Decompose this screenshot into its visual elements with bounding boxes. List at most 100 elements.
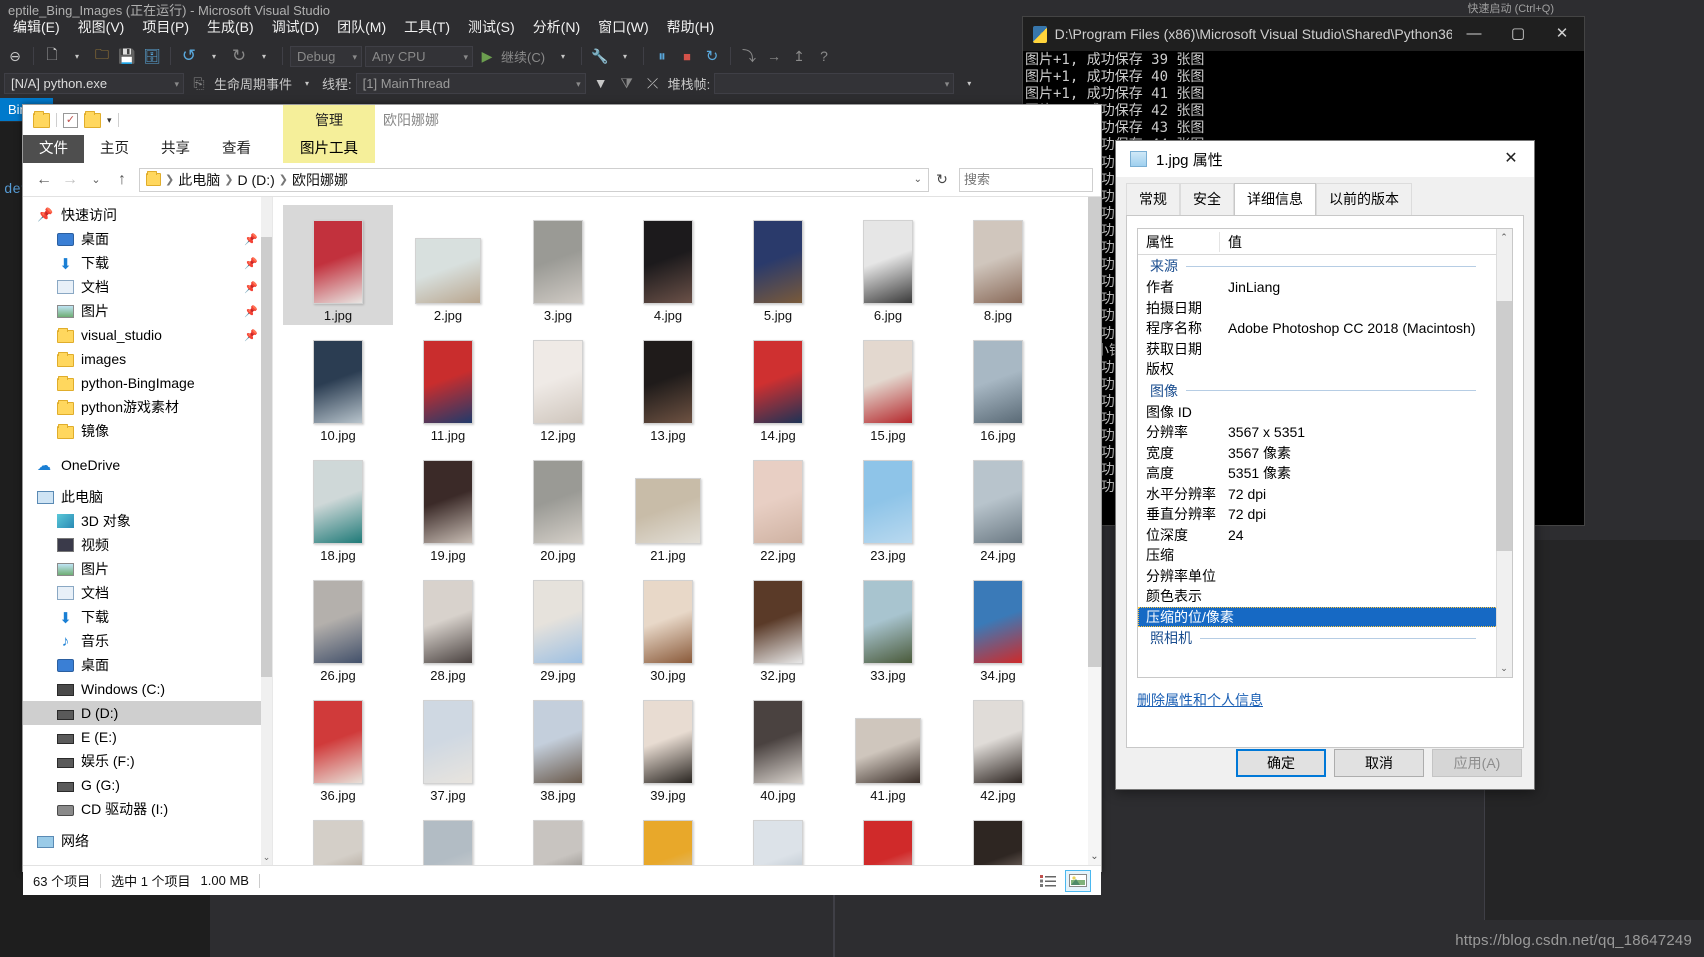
- nav-downloads[interactable]: ⬇ 下载 📌: [23, 251, 272, 275]
- file-item[interactable]: 24.jpg: [943, 445, 1053, 565]
- chevron-down-icon[interactable]: ▾: [107, 115, 112, 126]
- help-icon[interactable]: ?: [813, 45, 835, 67]
- property-row[interactable]: 拍摄日期: [1138, 298, 1512, 319]
- save-all-icon[interactable]: 🗄: [141, 45, 163, 67]
- tab-file[interactable]: 文件: [23, 135, 84, 163]
- chevron-down-icon[interactable]: ▾: [614, 45, 636, 67]
- property-row[interactable]: 获取日期: [1138, 339, 1512, 360]
- pin-icon[interactable]: 📌: [244, 329, 258, 342]
- nav-documents[interactable]: 文档 📌: [23, 275, 272, 299]
- pin-icon[interactable]: 📌: [244, 281, 258, 294]
- nav-mirror[interactable]: 镜像: [23, 419, 272, 443]
- nav-desktop-pc[interactable]: 桌面: [23, 653, 272, 677]
- property-row[interactable]: 图像 ID: [1138, 402, 1512, 423]
- file-item[interactable]: 2.jpg: [393, 205, 503, 325]
- pin-icon[interactable]: 📌: [244, 305, 258, 318]
- nav-downloads-pc[interactable]: ⬇ 下载: [23, 605, 272, 629]
- nav-desktop[interactable]: 桌面 📌: [23, 227, 272, 251]
- menu-item-view[interactable]: 视图(V): [69, 14, 134, 40]
- chevron-down-icon[interactable]: ⌄: [1088, 848, 1101, 865]
- console-window-controls[interactable]: — ▢ ✕: [1452, 17, 1584, 51]
- chevron-down-icon[interactable]: ⌄: [914, 174, 922, 185]
- menu-item-analyze[interactable]: 分析(N): [524, 14, 589, 40]
- remove-properties-link[interactable]: 删除属性和个人信息: [1137, 690, 1263, 710]
- large-icons-view-icon[interactable]: [1065, 869, 1091, 892]
- file-item[interactable]: 40.jpg: [723, 685, 833, 805]
- file-item[interactable]: 41.jpg: [833, 685, 943, 805]
- ribbon-contextual-management-tab[interactable]: 管理: [283, 105, 375, 135]
- nav-cd-drive-i[interactable]: CD 驱动器 (I:): [23, 797, 272, 821]
- file-item[interactable]: 18.jpg: [283, 445, 393, 565]
- property-row[interactable]: 版权: [1138, 359, 1512, 380]
- platform-select[interactable]: Any CPU: [365, 45, 473, 67]
- stop-icon[interactable]: ■: [676, 45, 698, 67]
- refresh-button[interactable]: ↻: [929, 171, 955, 188]
- property-row[interactable]: 颜色表示: [1138, 586, 1512, 607]
- nav-images[interactable]: images: [23, 347, 272, 371]
- file-item[interactable]: 14.jpg: [723, 325, 833, 445]
- step-into-icon[interactable]: ⤵: [738, 45, 760, 67]
- file-item[interactable]: 42.jpg: [943, 685, 1053, 805]
- back-button[interactable]: ←: [31, 171, 57, 189]
- file-item[interactable]: 45.jpg: [393, 805, 503, 865]
- open-file-icon[interactable]: 🗀: [91, 45, 113, 67]
- chevron-down-icon[interactable]: ⌄: [261, 849, 272, 865]
- console-title-bar[interactable]: D:\Program Files (x86)\Microsoft Visual …: [1023, 17, 1584, 51]
- nav-scrollbar-thumb[interactable]: [261, 237, 272, 677]
- file-item[interactable]: 26.jpg: [283, 565, 393, 685]
- property-row[interactable]: 宽度 3567 像素: [1138, 443, 1512, 464]
- file-item[interactable]: 29.jpg: [503, 565, 613, 685]
- file-item[interactable]: 1.jpg: [283, 205, 393, 325]
- file-item[interactable]: 21.jpg: [613, 445, 723, 565]
- file-item[interactable]: 3.jpg: [503, 205, 613, 325]
- file-item[interactable]: 32.jpg: [723, 565, 833, 685]
- chevron-down-icon[interactable]: ▾: [958, 72, 980, 94]
- file-item[interactable]: 44.jpg: [283, 805, 393, 865]
- breadcrumb[interactable]: ❯ 此电脑 ❯ D (D:) ❯ 欧阳娜娜 ⌄: [139, 167, 929, 192]
- file-list-scrollbar[interactable]: ⌄: [1088, 197, 1101, 865]
- nav-documents-pc[interactable]: 文档: [23, 581, 272, 605]
- nav-pictures[interactable]: 图片 📌: [23, 299, 272, 323]
- file-grid[interactable]: 1.jpg 2.jpg 3.jpg 4.jpg 5.jpg 6.jpg 8.jpg 10.jp…: [273, 197, 1101, 865]
- file-item[interactable]: 22.jpg: [723, 445, 833, 565]
- property-scrollbar-thumb[interactable]: [1496, 301, 1512, 551]
- nav-videos[interactable]: 视频: [23, 533, 272, 557]
- property-row[interactable]: 程序名称 Adobe Photoshop CC 2018 (Macintosh): [1138, 318, 1512, 339]
- restart-icon[interactable]: ↻: [701, 45, 723, 67]
- breadcrumb-this-pc[interactable]: 此电脑: [178, 170, 220, 190]
- properties-quick-icon[interactable]: ✓: [63, 112, 78, 128]
- file-item[interactable]: 15.jpg: [833, 325, 943, 445]
- property-row[interactable]: 压缩的位/像素: [1138, 606, 1512, 627]
- file-list-scrollbar-thumb[interactable]: [1088, 197, 1101, 667]
- file-item[interactable]: 37.jpg: [393, 685, 503, 805]
- tab-view[interactable]: 查看: [206, 135, 267, 163]
- menu-item-build[interactable]: 生成(B): [198, 14, 263, 40]
- step-over-icon[interactable]: →: [763, 45, 785, 67]
- file-item[interactable]: 49.jpg: [833, 805, 943, 865]
- pause-icon[interactable]: ⏸: [651, 45, 673, 67]
- undo-icon[interactable]: ↺: [178, 45, 200, 67]
- menu-item-tools[interactable]: 工具(T): [395, 14, 459, 40]
- up-button[interactable]: ↑: [109, 171, 135, 189]
- attach-process-icon[interactable]: 🔧: [589, 45, 611, 67]
- nav-3d-objects[interactable]: 3D 对象: [23, 509, 272, 533]
- file-item[interactable]: 28.jpg: [393, 565, 503, 685]
- close-icon[interactable]: ✕: [1540, 17, 1584, 51]
- menu-item-window[interactable]: 窗口(W): [589, 14, 658, 40]
- property-value[interactable]: 5351 像素: [1228, 463, 1512, 483]
- new-project-icon[interactable]: 🗋: [41, 45, 63, 67]
- cancel-button[interactable]: 取消: [1334, 749, 1424, 777]
- property-row[interactable]: 压缩: [1138, 545, 1512, 566]
- address-bar[interactable]: ← → ⌄ ↑ ❯ 此电脑 ❯ D (D:) ❯ 欧阳娜娜 ⌄ ↻ 搜索: [23, 163, 1101, 197]
- file-explorer-window[interactable]: ✓ ▾ 管理 欧阳娜娜 文件 主页 共享 查看 图片工具 ← → ⌄ ↑ ❯ 此…: [22, 104, 1102, 895]
- file-item[interactable]: 16.jpg: [943, 325, 1053, 445]
- menu-item-team[interactable]: 团队(M): [328, 14, 395, 40]
- file-item[interactable]: 8.jpg: [943, 205, 1053, 325]
- file-item[interactable]: 30.jpg: [613, 565, 723, 685]
- breadcrumb-drive-d[interactable]: D (D:): [237, 172, 274, 188]
- menu-item-help[interactable]: 帮助(H): [658, 14, 723, 40]
- property-value[interactable]: 72 dpi: [1228, 486, 1512, 502]
- ribbon-tabs[interactable]: 文件 主页 共享 查看 图片工具: [23, 135, 1101, 163]
- property-row[interactable]: 作者 JinLiang: [1138, 277, 1512, 298]
- stackframe-select[interactable]: [714, 72, 955, 94]
